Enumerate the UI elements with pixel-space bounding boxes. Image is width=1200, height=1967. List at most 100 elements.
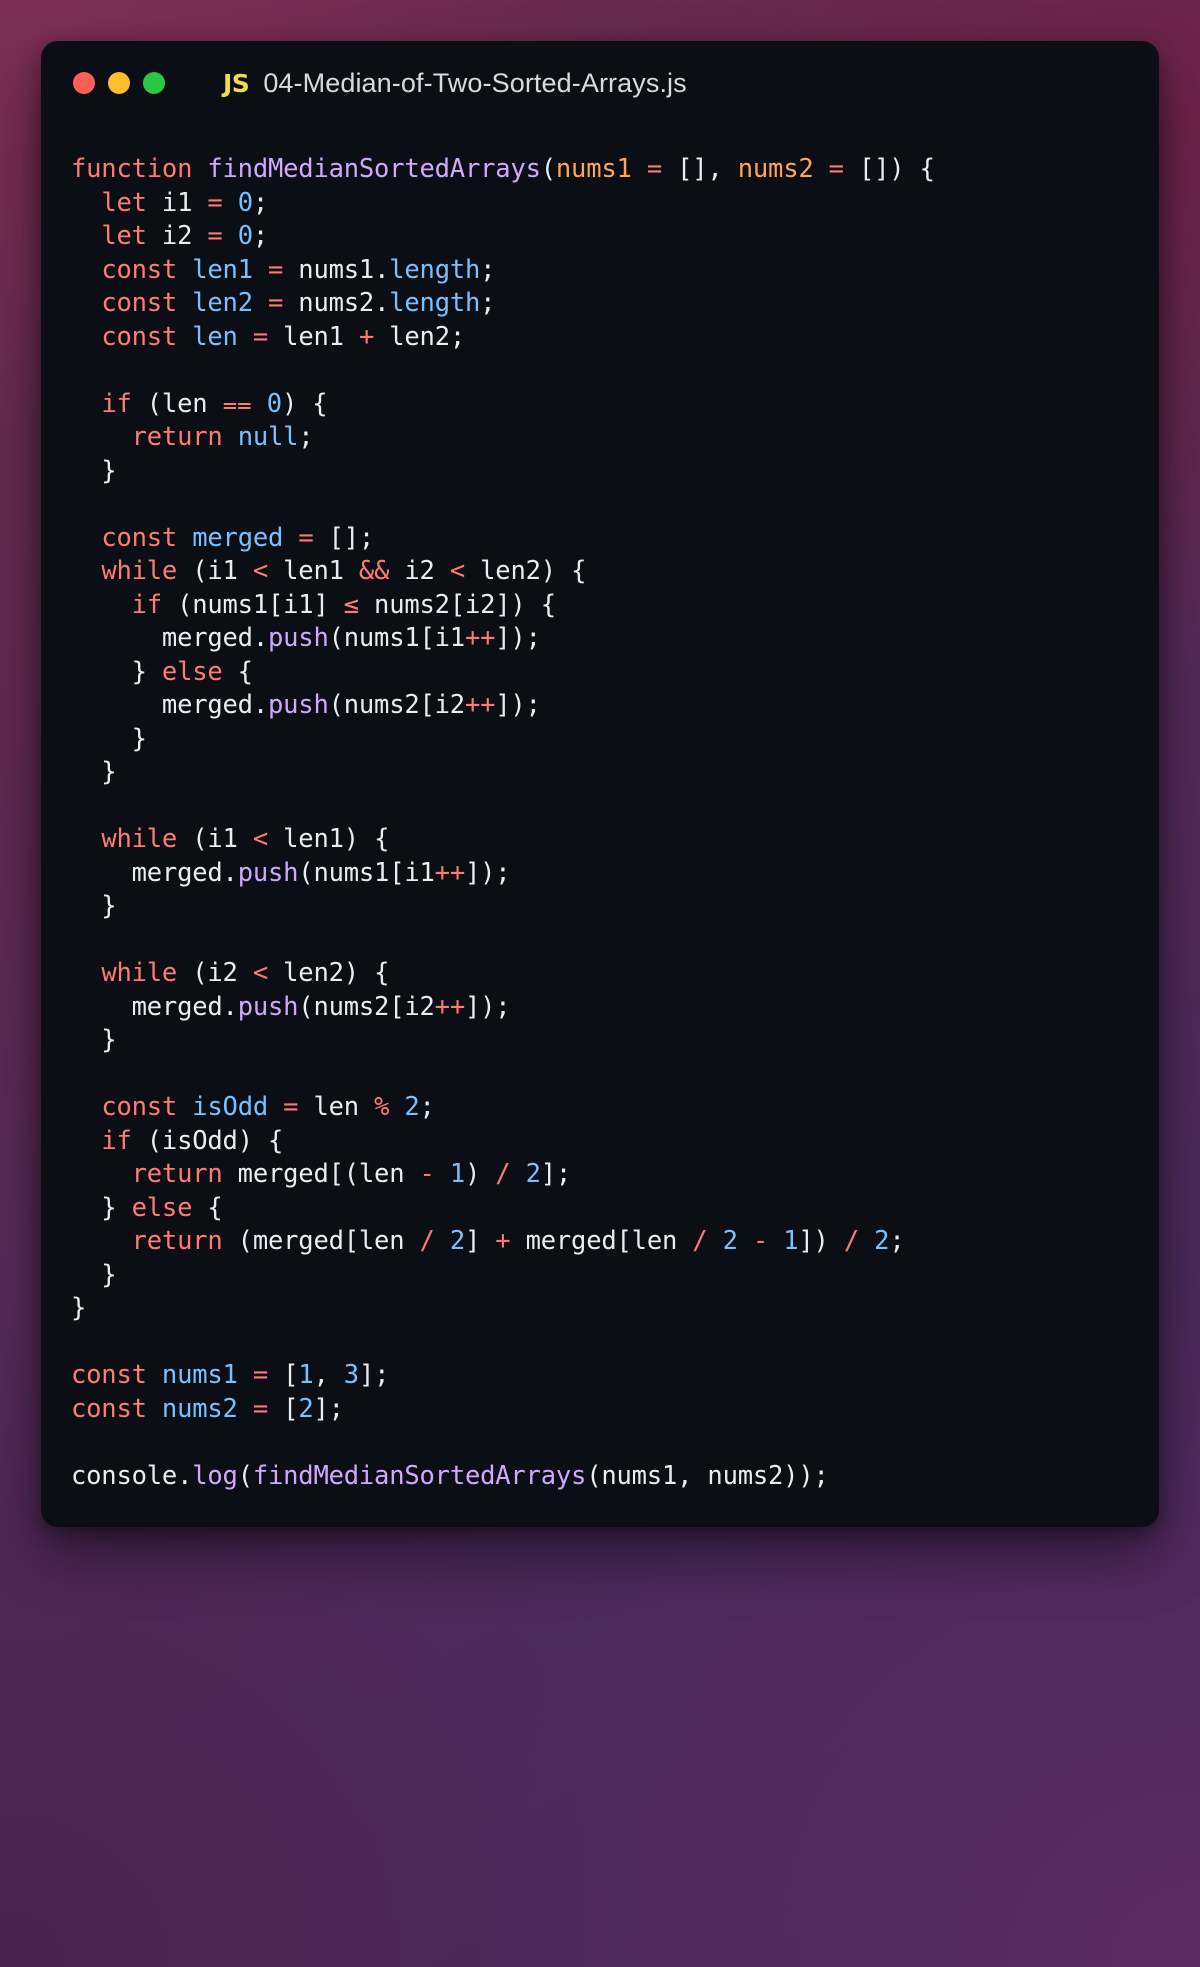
code-token: merged. xyxy=(71,991,238,1022)
code-line: merged.push(nums1[i1++]); xyxy=(71,622,1129,656)
code-token: ≤ xyxy=(343,589,359,620)
code-token: } xyxy=(71,1025,117,1055)
javascript-file-icon: JS xyxy=(223,68,250,98)
code-token: let xyxy=(101,221,147,251)
code-token: []) { xyxy=(843,154,935,184)
code-token: / xyxy=(495,1159,511,1189)
code-line: const isOdd = len % 2; xyxy=(71,1091,1129,1125)
code-token: len1 xyxy=(268,556,359,586)
code-token: len xyxy=(192,321,238,352)
code-token: (nums1[i1 xyxy=(298,857,435,888)
code-line: } xyxy=(71,455,1129,489)
code-token: = xyxy=(298,522,314,553)
code-token: = xyxy=(283,1092,299,1122)
filename-label: 04-Median-of-Two-Sorted-Arrays.js xyxy=(263,67,687,98)
code-token: 2 xyxy=(874,1226,890,1256)
code-token: return xyxy=(131,1159,223,1189)
code-token: 2 xyxy=(298,1393,314,1424)
code-token: (nums1[i1 xyxy=(328,623,466,653)
code-line: while (i1 < len1) { xyxy=(71,823,1129,857)
code-token: 3 xyxy=(343,1360,359,1390)
code-line: } xyxy=(71,890,1129,924)
code-token: return xyxy=(131,422,223,452)
code-token: 0 xyxy=(266,388,282,419)
code-token: []; xyxy=(313,522,375,553)
code-token: len xyxy=(298,1092,375,1122)
code-token: 0 xyxy=(237,187,253,218)
code-token: 2 xyxy=(525,1159,541,1189)
code-token: while xyxy=(101,556,178,586)
code-token: merged. xyxy=(71,857,238,888)
code-token: ]) xyxy=(798,1226,844,1256)
code-token: ; xyxy=(480,288,496,318)
code-token: + xyxy=(358,321,375,352)
code-token: const xyxy=(101,1092,178,1122)
code-token: , xyxy=(313,1360,344,1390)
code-token: (i1 xyxy=(177,824,253,854)
code-token: / xyxy=(843,1226,859,1256)
code-line: const nums1 = [1, 3]; xyxy=(71,1359,1129,1393)
code-line: const len = len1 + len2; xyxy=(71,321,1129,355)
code-token: i2 xyxy=(389,556,450,586)
code-token: findMedianSortedArrays xyxy=(207,154,541,184)
code-token: const xyxy=(71,1393,147,1424)
code-token: [ xyxy=(268,1360,299,1390)
code-token: (nums2[i2 xyxy=(298,991,435,1022)
code-line: if (nums1[i1] ≤ nums2[i2]) { xyxy=(71,589,1129,623)
code-token: ; xyxy=(889,1226,905,1256)
code-token: / xyxy=(692,1226,708,1256)
code-token: const xyxy=(101,321,178,352)
code-token: return xyxy=(131,1226,223,1256)
code-token: i1 xyxy=(146,187,208,218)
maximize-button[interactable] xyxy=(143,72,165,94)
code-token: ]); xyxy=(495,623,541,653)
code-token: < xyxy=(252,556,268,586)
code-token: len2) { xyxy=(268,958,390,988)
code-token: len1 xyxy=(192,254,253,285)
code-token: ( xyxy=(540,154,556,184)
code-token: (i2 xyxy=(177,958,253,988)
code-token: nums2[i2]) { xyxy=(358,589,556,620)
code-block[interactable]: function findMedianSortedArrays(nums1 = … xyxy=(41,125,1159,1493)
code-token: (nums1, nums2)); xyxy=(586,1460,829,1491)
code-token: = xyxy=(268,288,284,318)
code-token: push xyxy=(237,991,299,1022)
code-token: 0 xyxy=(237,221,253,251)
code-token: + xyxy=(495,1226,511,1256)
close-button[interactable] xyxy=(73,72,95,94)
code-line: if (isOdd) { xyxy=(71,1125,1129,1159)
code-token: { xyxy=(222,656,253,687)
code-token: const xyxy=(101,522,178,553)
code-token: < xyxy=(449,556,465,586)
minimize-button[interactable] xyxy=(108,72,130,94)
window-titlebar: JS 04-Median-of-Two-Sorted-Arrays.js xyxy=(41,41,1159,125)
code-token: ) { xyxy=(281,388,328,419)
code-token: function xyxy=(71,154,193,184)
